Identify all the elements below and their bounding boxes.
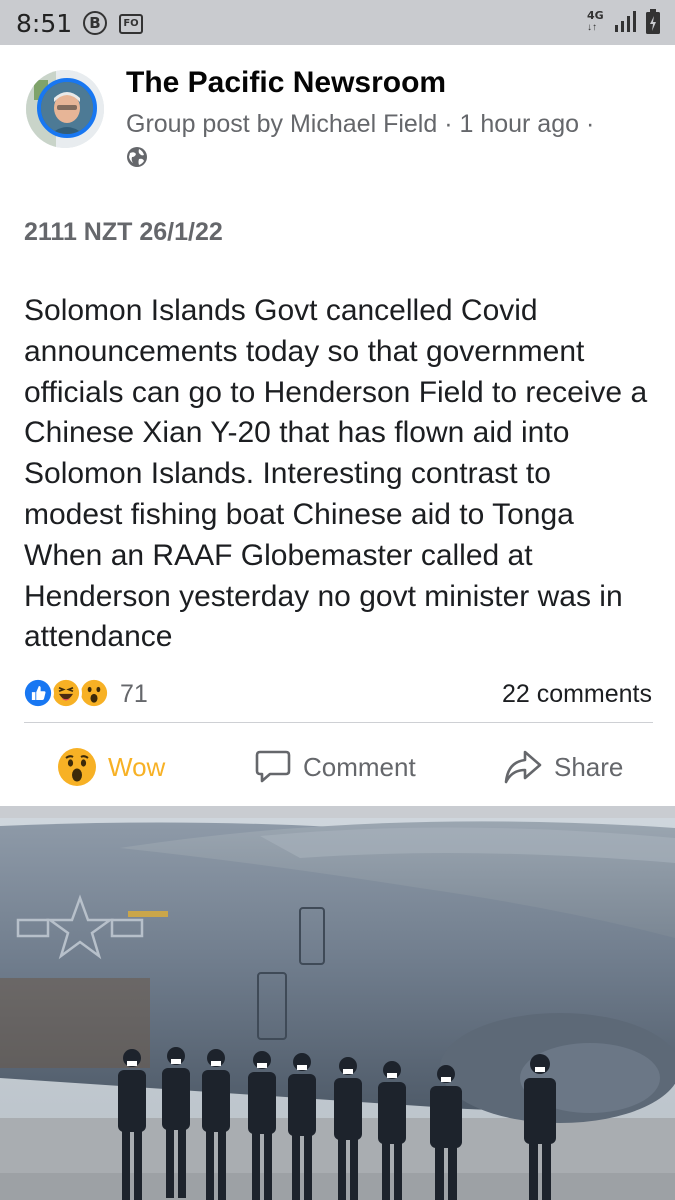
comment-label: Comment [303, 751, 416, 782]
reaction-count[interactable]: 71 [120, 680, 148, 709]
comment-button[interactable]: Comment [254, 745, 416, 789]
divider [24, 722, 653, 723]
author-avatar[interactable] [37, 78, 97, 138]
post-meta[interactable]: Group post by Michael Field · 1 hour ago… [126, 110, 594, 139]
status-bar: 8:51 B FO 4G ↓↑ [0, 0, 675, 45]
haha-icon [50, 677, 82, 709]
section-separator [0, 806, 675, 818]
b-badge-icon: B [83, 11, 107, 35]
globe-icon [127, 147, 147, 167]
radio-icon: FO [119, 14, 143, 34]
comment-icon [255, 750, 291, 783]
comments-count[interactable]: 22 comments [502, 680, 652, 709]
post-timestamp-line: 2111 NZT 26/1/22 [24, 218, 223, 246]
signal-icon [615, 11, 636, 32]
wow-label: Wow [108, 751, 166, 782]
share-icon [504, 750, 542, 784]
share-label: Share [554, 751, 624, 782]
group-name[interactable]: The Pacific Newsroom [126, 66, 446, 100]
wow-icon [58, 748, 96, 786]
post-body: Solomon Islands Govt cancelled Covid ann… [24, 294, 648, 654]
network-type: 4G [587, 9, 604, 22]
status-time: 8:51 [16, 9, 73, 38]
like-icon [22, 677, 54, 709]
battery-icon [646, 9, 660, 34]
network-arrows: ↓↑ [587, 22, 597, 33]
share-button[interactable]: Share [503, 745, 623, 789]
wow-icon [78, 677, 110, 709]
post-photo[interactable] [0, 818, 675, 1200]
wow-reaction-button[interactable]: Wow [57, 745, 165, 789]
